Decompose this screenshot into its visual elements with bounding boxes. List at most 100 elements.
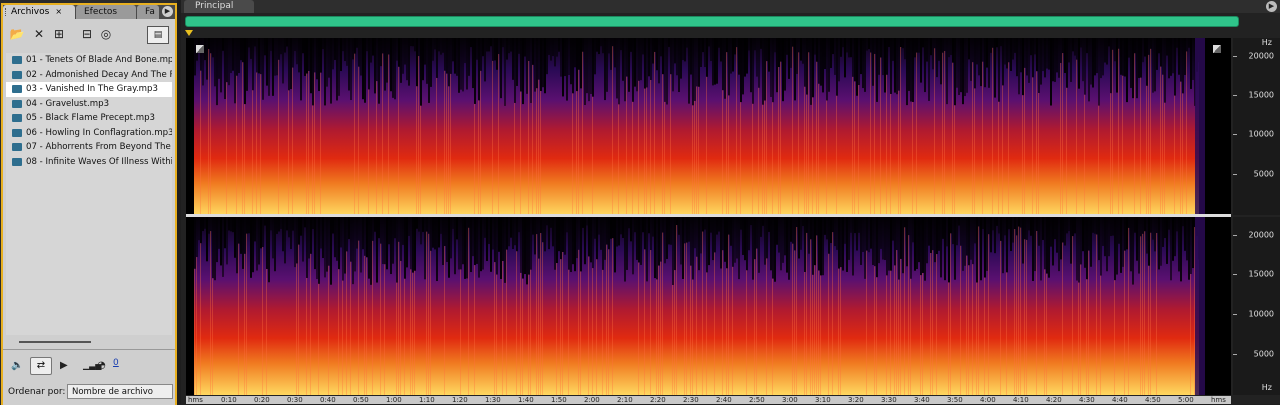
list-item[interactable]: 07 - Abhorrents From Beyond The Void xyxy=(6,140,172,155)
time-tick-label: 3:50 xyxy=(947,396,963,404)
list-item[interactable]: 01 - Tenets Of Blade And Bone.mp3 xyxy=(6,53,172,68)
time-tick-label: 4:20 xyxy=(1046,396,1062,404)
file-list: 01 - Tenets Of Blade And Bone.mp3 02 - A… xyxy=(6,53,172,335)
sort-row: Ordenar por: Nombre de archivo xyxy=(3,381,175,405)
time-ruler[interactable]: hms 0:10 0:20 0:30 0:40 0:50 1:00 1:10 1:20 1:30 1… xyxy=(186,396,1231,404)
time-tick-label: 4:10 xyxy=(1013,396,1029,404)
zoom-navigator-bar[interactable] xyxy=(185,16,1239,27)
frequency-tick-label: 5000 xyxy=(1253,349,1274,359)
file-name: 02 - Admonished Decay And The Ruin xyxy=(26,69,172,80)
spectrogram-image xyxy=(194,217,1205,395)
time-tick-label: 1:10 xyxy=(419,396,435,404)
playhead-marker[interactable] xyxy=(185,30,193,36)
time-tick-label: 0:30 xyxy=(287,396,303,404)
list-item[interactable]: 02 - Admonished Decay And The Ruin xyxy=(6,68,172,83)
time-tick-label: 0:20 xyxy=(254,396,270,404)
list-item[interactable]: 05 - Black Flame Precept.mp3 xyxy=(6,111,172,126)
time-tick-label: 1:20 xyxy=(452,396,468,404)
tab-favoritos[interactable]: Fa xyxy=(137,5,159,19)
spectral-view-left-channel[interactable] xyxy=(186,38,1231,215)
file-name: 07 - Abhorrents From Beyond The Void xyxy=(26,142,172,152)
show-options-icon[interactable]: ▤ xyxy=(147,26,169,44)
time-tick-label: 5:00 xyxy=(1178,396,1194,404)
tab-principal[interactable]: Principal xyxy=(184,0,254,13)
frequency-tick-label: 10000 xyxy=(1248,129,1274,139)
time-tick-label: hms xyxy=(1211,396,1226,404)
list-item[interactable]: 03 - Vanished In The Gray.mp3 xyxy=(6,82,172,97)
time-tick-label: 2:20 xyxy=(650,396,666,404)
spectrogram-image xyxy=(194,38,1205,215)
time-tick-label: 4:40 xyxy=(1112,396,1128,404)
horizontal-scrollbar[interactable] xyxy=(19,341,91,343)
volume-knob-icon[interactable]: ◔ xyxy=(97,358,106,374)
time-tick-label: 4:30 xyxy=(1079,396,1095,404)
tab-archivos-label: Archivos xyxy=(11,7,50,17)
time-tick-label: 1:50 xyxy=(551,396,567,404)
frequency-tick-label: 20000 xyxy=(1248,230,1274,240)
channel-corner-icon[interactable] xyxy=(196,45,204,53)
time-tick-label: 2:50 xyxy=(749,396,765,404)
files-panel: Archivos × Efectos Fa ▶ 📂 ✕ ⊞ ⊟ ◎ ▤ 01 - … xyxy=(1,3,177,405)
volume-value[interactable]: 0 xyxy=(113,358,119,368)
sort-select[interactable]: Nombre de archivo xyxy=(67,384,173,399)
tab-archivos[interactable]: Archivos × xyxy=(3,5,75,19)
time-tick-label: 4:50 xyxy=(1145,396,1161,404)
time-tick-label: 3:10 xyxy=(815,396,831,404)
files-panel-area: Archivos × Efectos Fa ▶ 📂 ✕ ⊞ ⊟ ◎ ▤ 01 - … xyxy=(0,0,177,405)
audio-file-icon xyxy=(12,157,22,166)
speaker-icon[interactable]: 🔈 xyxy=(11,358,23,374)
insert-multitrack-icon[interactable]: ⊞ xyxy=(51,26,67,42)
channel-corner-icon[interactable] xyxy=(1213,45,1221,53)
frequency-tick-label: 15000 xyxy=(1248,269,1274,279)
editor-panel: Principal ▶ Hz 20000 15000 10000 5000 20… xyxy=(181,0,1280,404)
open-file-icon[interactable]: 📂 xyxy=(9,26,25,42)
preview-transport: 🔈 ⇄ ▶ ▁▃▅ ◔ 0 xyxy=(3,354,175,378)
time-tick-label: 0:50 xyxy=(353,396,369,404)
frequency-unit: Hz xyxy=(1261,383,1272,392)
audio-file-icon xyxy=(12,56,22,64)
frequency-ruler-top: Hz 20000 15000 10000 5000 xyxy=(1233,38,1280,215)
spectral-view-right-channel[interactable] xyxy=(186,217,1231,395)
file-name: 05 - Black Flame Precept.mp3 xyxy=(26,113,155,123)
insert-cd-icon[interactable]: ⊟ xyxy=(79,26,95,42)
audio-file-icon xyxy=(12,70,22,79)
time-tick-label: 3:40 xyxy=(914,396,930,404)
audio-file-icon xyxy=(12,128,22,137)
loop-icon[interactable]: ⇄ xyxy=(30,357,52,375)
frequency-ruler-bottom: 20000 15000 10000 5000 Hz xyxy=(1233,217,1280,395)
frequency-tick-label: 5000 xyxy=(1253,169,1274,179)
file-name: 08 - Infinite Waves Of Illness Within xyxy=(26,156,172,167)
time-tick-label: 1:40 xyxy=(518,396,534,404)
tab-efectos-label: Efectos xyxy=(84,7,118,17)
autoplay-icon[interactable]: ◎ xyxy=(98,26,114,42)
frequency-tick-label: 20000 xyxy=(1248,51,1274,61)
divider xyxy=(3,349,175,350)
panel-menu-icon[interactable]: ▶ xyxy=(1266,1,1277,12)
time-tick-label: 1:00 xyxy=(386,396,402,404)
frequency-unit: Hz xyxy=(1261,38,1272,47)
tab-principal-label: Principal xyxy=(195,1,234,11)
list-item[interactable]: 04 - Gravelust.mp3 xyxy=(6,97,172,112)
editor-tabbar: Principal ▶ xyxy=(181,0,1280,13)
file-name: 03 - Vanished In The Gray.mp3 xyxy=(26,84,158,94)
list-item[interactable]: 06 - Howling In Conflagration.mp3 xyxy=(6,126,172,141)
panel-menu-icon[interactable]: ▶ xyxy=(162,6,173,17)
frequency-tick-label: 10000 xyxy=(1248,309,1274,319)
time-tick-label: 4:00 xyxy=(980,396,996,404)
files-panel-tabbar: Archivos × Efectos Fa ▶ xyxy=(3,5,175,19)
close-file-icon[interactable]: ✕ xyxy=(31,26,47,42)
time-tick-label: 3:00 xyxy=(782,396,798,404)
time-tick-label: 3:30 xyxy=(881,396,897,404)
files-toolbar: 📂 ✕ ⊞ ⊟ ◎ ▤ xyxy=(3,23,175,45)
list-item[interactable]: 08 - Infinite Waves Of Illness Within xyxy=(6,155,172,170)
audio-file-icon xyxy=(12,143,22,151)
time-tick-label: hms xyxy=(188,396,203,404)
time-tick-label: 3:20 xyxy=(848,396,864,404)
time-tick-label: 0:40 xyxy=(320,396,336,404)
close-icon[interactable]: × xyxy=(55,7,62,16)
time-tick-label: 1:30 xyxy=(485,396,501,404)
grip-icon[interactable] xyxy=(5,8,8,16)
time-tick-label: 2:00 xyxy=(584,396,600,404)
tab-efectos[interactable]: Efectos xyxy=(76,5,136,19)
play-icon[interactable]: ▶ xyxy=(60,358,68,374)
